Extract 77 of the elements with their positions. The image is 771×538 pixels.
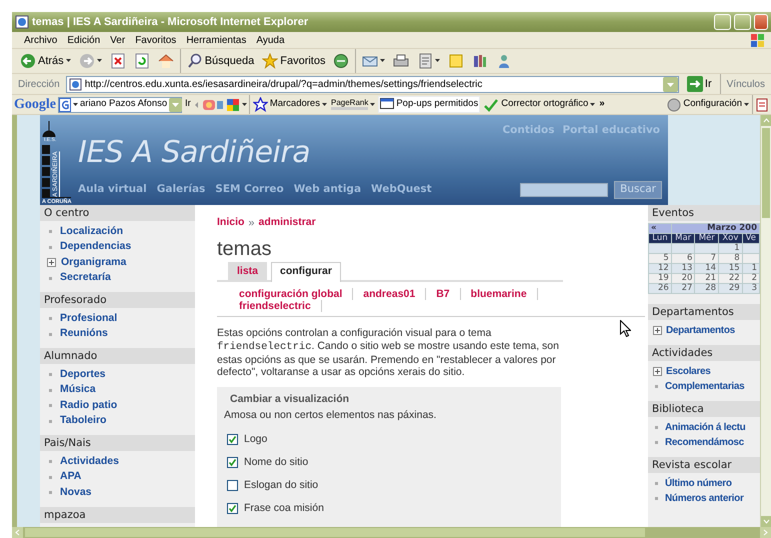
block-title: Departamentos (648, 304, 760, 320)
search-field[interactable]: ariano Pazos Afonso (58, 96, 182, 112)
address-field[interactable]: http://centros.edu.xunta.es/iesasardineira/drupal/?q=admin/themes/settings/friendselectric (66, 76, 679, 92)
go-button[interactable]: Ir (184, 97, 192, 112)
subtab-link[interactable]: bluemarine (470, 288, 538, 300)
block-title: Eventos (648, 205, 760, 221)
block-title: Revista escolar (648, 456, 760, 472)
subtab-link[interactable]: andreas01 (363, 288, 426, 300)
block-title: O centro (40, 205, 195, 221)
popups-button[interactable]: Pop-ups permitidos (378, 96, 480, 113)
address-label: Dirección (18, 78, 60, 92)
block-title: mpazoa (40, 506, 195, 522)
description-text: Estas opcións controlan a configuración visual para o tema friendselectric. Cando o sitio web se mostre usando este tema, son estas opcións as que se usarán. Premendo en "restablecer a valores por defecto", voltaranse a usar as opcións xerais do sitio. (217, 327, 560, 379)
sidebar-link[interactable]: Música (60, 382, 96, 398)
checkbox-label: Nome do sitio (244, 456, 308, 470)
sidebar-link[interactable]: APA (60, 469, 82, 486)
sidebar-link[interactable]: Localización (60, 224, 124, 240)
subtab-link[interactable]: B7 (436, 288, 461, 300)
tab[interactable]: lista (228, 262, 268, 280)
sidebar-link[interactable]: Complementarias (665, 379, 744, 394)
menu-item[interactable]: Ayuda (256, 32, 285, 48)
sidebar-link[interactable]: Deportes (60, 366, 106, 383)
sidebar-link[interactable]: Dependencias (60, 239, 132, 256)
menu-item[interactable]: Edición (67, 32, 100, 48)
menu-item[interactable]: Herramientas (186, 32, 246, 48)
sidebar-link[interactable]: Organigrama (61, 254, 126, 271)
calendar-month: Marzo 200 (671, 224, 760, 234)
sidebar-link[interactable]: Reunións (60, 326, 108, 342)
block-title: Actividades (648, 344, 760, 360)
page-title: temas (217, 238, 272, 260)
links-label[interactable]: Vínculos (726, 76, 765, 92)
menu-item[interactable]: Archivo (24, 32, 58, 48)
tab[interactable]: configurar (271, 262, 341, 282)
breadcrumb-separator: » (248, 216, 255, 231)
menu-item[interactable]: Ver (110, 32, 126, 48)
checkbox-label: Logo (244, 433, 268, 446)
google-logo: Google (14, 96, 56, 114)
checkbox-label: Eslogan do sitio (244, 479, 318, 492)
pagerank-button[interactable]: PageRank (330, 99, 376, 110)
block-title: Pais/Nais (40, 435, 195, 451)
block-title: Alumnado (40, 348, 195, 364)
menu-item[interactable]: Favoritos (135, 32, 176, 48)
more-button[interactable]: » (598, 97, 606, 112)
checkbox-label: Frase coa misión (244, 502, 324, 516)
subtab-link[interactable]: configuración global (239, 288, 354, 300)
sidebar-link[interactable]: Recomendámosc (665, 435, 744, 450)
subtab-link[interactable]: friendselectric (239, 300, 322, 312)
sidebar-link[interactable]: Secretaría (60, 270, 111, 286)
go-button[interactable]: Ir (684, 76, 714, 92)
sidebar-link[interactable]: Taboleiro (60, 413, 106, 430)
bookmarks-button[interactable]: Marcadores (252, 97, 328, 112)
sidebar-link[interactable]: Novas (60, 484, 92, 501)
sidebar-link[interactable]: Números anterior (665, 491, 744, 506)
sidebar-link[interactable]: Animación á lectu (665, 420, 746, 435)
weekday-cell: Lun (648, 234, 672, 244)
breadcrumb-link[interactable]: Inicio (217, 215, 244, 232)
block-title: Biblioteca (648, 400, 760, 416)
sidebar-link[interactable]: Radio patio (60, 398, 118, 414)
previous-month-link[interactable]: « (648, 224, 672, 234)
sidebar-link[interactable]: Último número (665, 476, 732, 491)
block-title: Profesorado (40, 292, 195, 308)
favorites-button[interactable]: Favoritos (260, 52, 328, 70)
day-cell[interactable]: 12 (648, 264, 672, 274)
settings-button[interactable]: Configuración (666, 97, 750, 112)
day-cell[interactable]: 26 (648, 284, 672, 294)
back-button[interactable]: Atrás (18, 52, 73, 70)
breadcrumb-link[interactable]: administrar (258, 215, 316, 232)
sidebar-link[interactable]: Profesional (60, 310, 118, 327)
fieldset-description: Amosa ou non certos elementos nas páxinas. (224, 408, 438, 422)
site-title: IES A Sardiñeira (78, 134, 312, 172)
window-title: temas | IES A Sardiñeira - Microsoft Internet Explorer (32, 14, 310, 30)
sidebar-link[interactable]: Actividades (60, 454, 119, 470)
spellcheck-button[interactable]: Corrector ortográfico (482, 97, 596, 112)
search-button[interactable]: Búsqueda (184, 52, 256, 70)
fieldset-legend: Cambiar a visualización (224, 392, 554, 408)
sidebar-link[interactable]: Departamentos (666, 323, 735, 338)
sidebar-link[interactable]: Escolares (666, 364, 711, 379)
